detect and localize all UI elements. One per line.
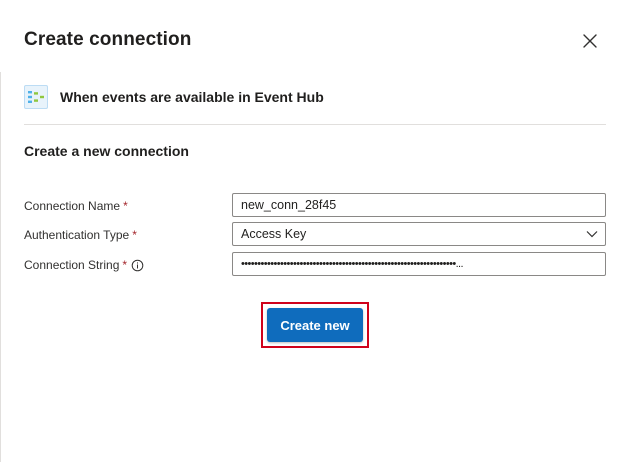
create-new-button[interactable]: Create new: [267, 308, 363, 342]
auth-type-value: Access Key: [241, 227, 307, 241]
connection-string-field[interactable]: ••••••••••••••••••••••••••••••••••••••••…: [232, 252, 606, 276]
chevron-down-icon: [579, 227, 605, 241]
connection-name-label: Connection Name *: [24, 199, 128, 213]
connection-string-masked-value: ••••••••••••••••••••••••••••••••••••••••…: [241, 258, 464, 270]
close-icon: [583, 34, 597, 48]
dialog-title: Create connection: [24, 29, 192, 50]
auth-type-label: Authentication Type *: [24, 228, 137, 242]
connection-name-input[interactable]: [233, 194, 605, 216]
create-connection-dialog: Create connection When events are availa…: [0, 0, 630, 462]
auth-type-select[interactable]: Access Key: [232, 222, 606, 246]
panel-border: [0, 72, 1, 462]
close-button[interactable]: [578, 29, 602, 53]
section-title: Create a new connection: [24, 143, 189, 159]
info-icon[interactable]: [131, 259, 144, 272]
trigger-row: When events are available in Event Hub: [24, 84, 324, 110]
required-marker: *: [122, 258, 128, 272]
divider: [24, 124, 606, 125]
required-marker: *: [132, 228, 137, 242]
trigger-label: When events are available in Event Hub: [60, 89, 324, 105]
connection-string-label: Connection String *: [24, 258, 144, 272]
required-marker: *: [123, 199, 128, 213]
connection-name-field[interactable]: [232, 193, 606, 217]
event-hub-icon: [24, 85, 48, 109]
